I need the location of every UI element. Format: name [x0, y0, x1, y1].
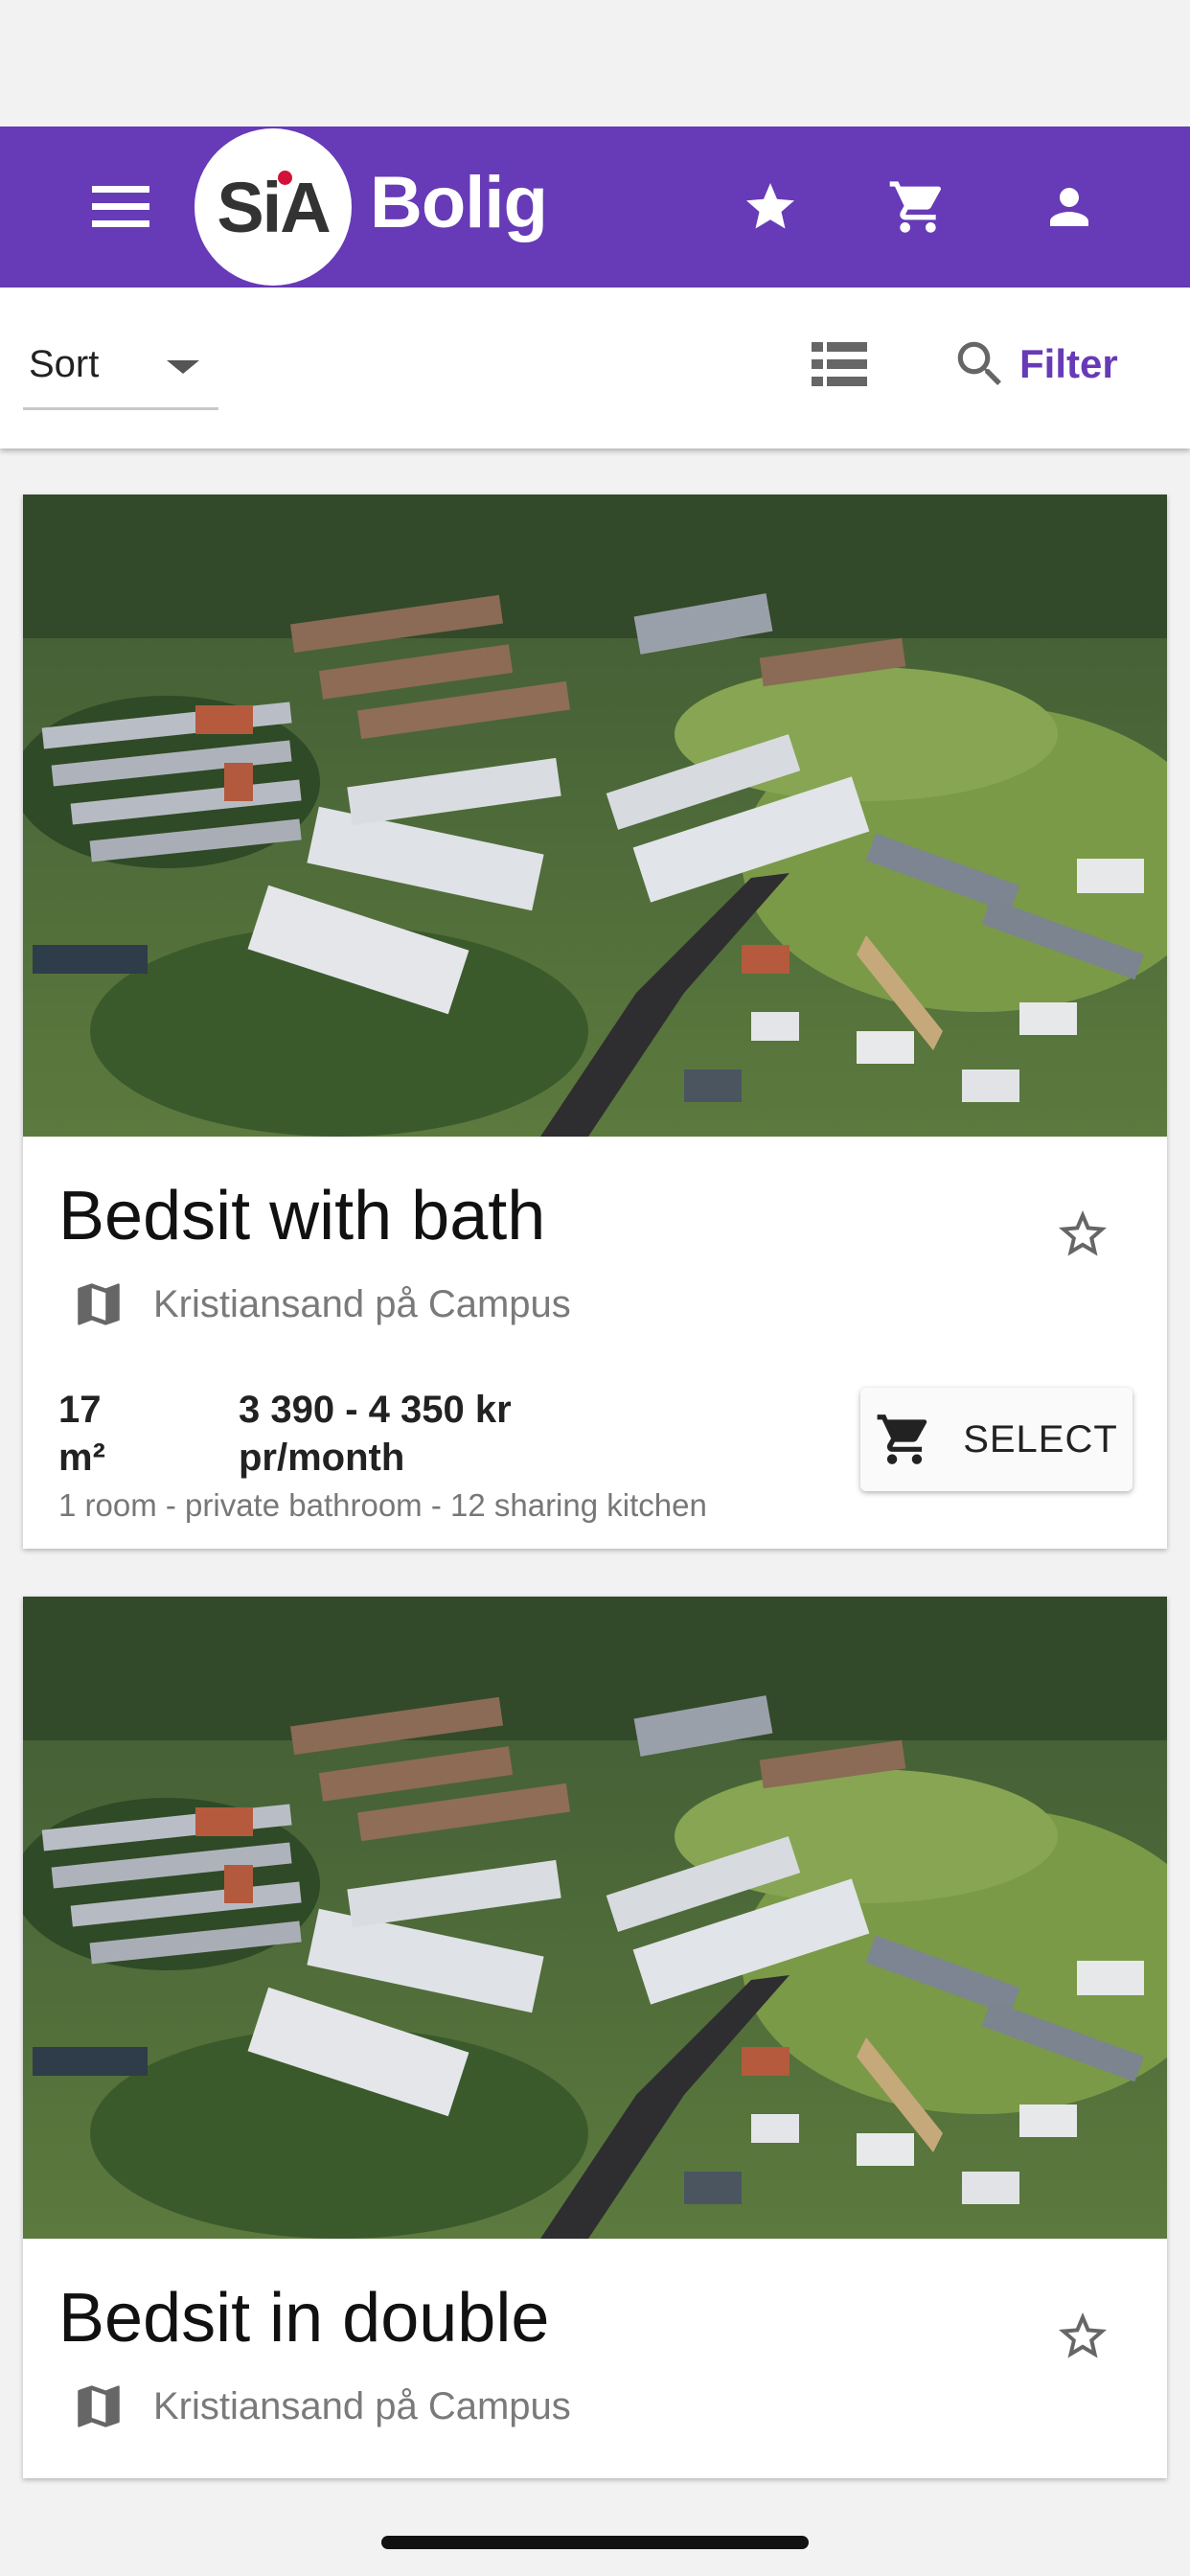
logo[interactable]: SiA	[195, 128, 352, 286]
location-text: Kristiansand på Campus	[153, 2384, 571, 2427]
list-view-button[interactable]	[801, 326, 878, 402]
map-icon	[78, 2385, 120, 2427]
cart-icon	[889, 181, 941, 233]
app-bar: SiA Bolig	[0, 126, 1190, 288]
star-outline-icon	[1059, 1210, 1107, 1256]
favorites-button[interactable]	[724, 161, 816, 253]
listing-location: Kristiansand på Campus	[71, 2373, 571, 2440]
search-icon	[957, 341, 1001, 385]
listing-location: Kristiansand på Campus	[71, 1271, 571, 1338]
listing-photo	[23, 494, 1167, 1137]
listing-size: 17 m²	[58, 1386, 193, 1482]
listing-card[interactable]: Bedsit in double Kristiansand på Campus	[23, 1597, 1167, 2478]
filter-label: Filter	[1019, 341, 1118, 386]
status-bar	[0, 0, 1190, 126]
star-icon	[746, 183, 794, 229]
listing-photo	[23, 1597, 1167, 2239]
listing-title: Bedsit with bath	[58, 1178, 546, 1254]
filter-button[interactable]: Filter	[950, 326, 1118, 402]
logo-dot	[278, 170, 293, 185]
menu-icon	[92, 186, 149, 227]
map-icon	[78, 1283, 120, 1325]
cart-icon	[877, 1414, 927, 1464]
select-button[interactable]: SELECT	[860, 1388, 1133, 1491]
sort-label: Sort	[29, 343, 100, 385]
price-period: pr/month	[239, 1437, 405, 1479]
logo-mark: SiA	[217, 167, 331, 247]
account-icon	[1050, 188, 1088, 226]
listing-price: 3 390 - 4 350 kr pr/month	[239, 1386, 512, 1482]
location-text: Kristiansand på Campus	[153, 1282, 571, 1325]
listing-title: Bedsit in double	[58, 2280, 550, 2357]
size-unit: m²	[58, 1437, 105, 1479]
cart-button[interactable]	[872, 161, 964, 253]
favorite-button[interactable]	[1035, 2288, 1131, 2384]
logo-text: Bolig	[370, 162, 548, 243]
account-button[interactable]	[1023, 161, 1115, 253]
sort-select[interactable]: Sort	[23, 337, 218, 410]
toolbar: Sort Filter	[0, 288, 1190, 448]
menu-button[interactable]	[75, 171, 167, 243]
size-value: 17	[58, 1389, 102, 1431]
home-indicator[interactable]	[381, 2536, 809, 2549]
chevron-down-icon	[167, 360, 199, 374]
price-range: 3 390 - 4 350 kr	[239, 1389, 512, 1431]
select-label: SELECT	[963, 1417, 1118, 1460]
favorite-button[interactable]	[1035, 1186, 1131, 1282]
list-view-icon	[812, 342, 867, 386]
listing-description: 1 room - private bathroom - 12 sharing k…	[58, 1487, 707, 1523]
star-outline-icon	[1059, 2312, 1107, 2358]
listing-card[interactable]: Bedsit with bath Kristiansand på Campus …	[23, 494, 1167, 1549]
